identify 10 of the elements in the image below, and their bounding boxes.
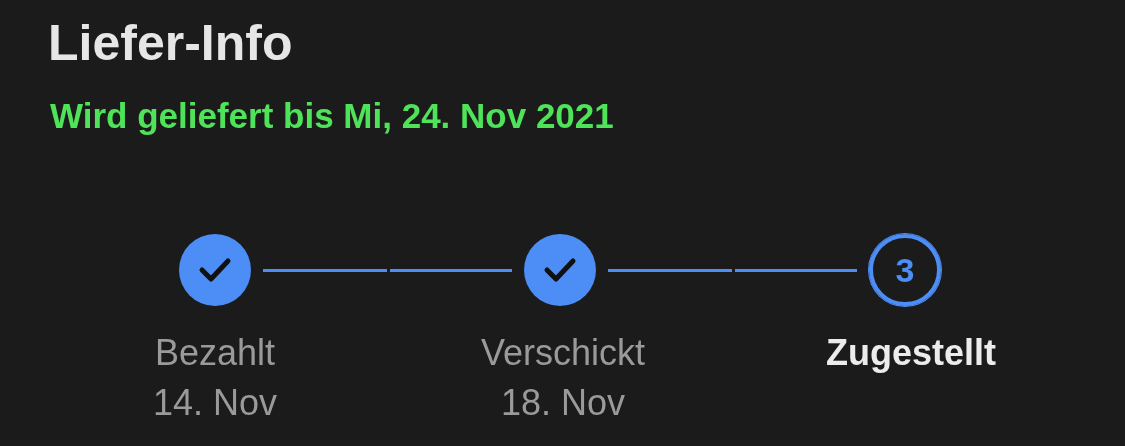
step-label: Verschickt <box>480 331 646 375</box>
step-label: Bezahlt <box>154 331 276 375</box>
check-icon <box>543 257 577 283</box>
step-label: Zugestellt <box>826 331 996 375</box>
step-number: 3 <box>895 249 915 291</box>
delivery-estimate: Wird geliefert bis Mi, 24. Nov 2021 <box>50 95 614 137</box>
check-icon <box>198 257 232 283</box>
section-title: Liefer-Info <box>48 14 293 73</box>
step-date: 18. Nov <box>500 381 626 425</box>
step-date: 14. Nov <box>152 381 278 425</box>
